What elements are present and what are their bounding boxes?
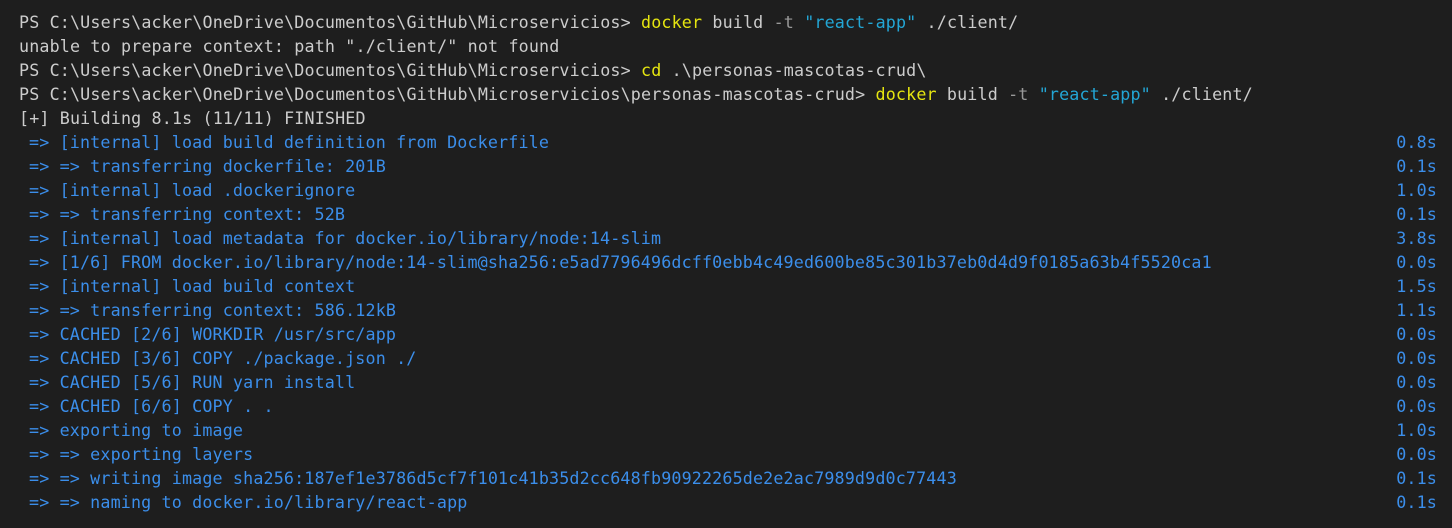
build-step-line: => [internal] load .dockerignore 1.0s bbox=[0, 178, 1452, 202]
command-name: docker bbox=[641, 12, 703, 32]
build-status-line: [+] Building 8.1s (11/11) FINISHED bbox=[0, 106, 1452, 130]
terminal-prompt-line: PS C:\Users\acker\OneDrive\Documentos\Gi… bbox=[0, 10, 1452, 34]
build-step-text: => exporting to image bbox=[29, 420, 244, 440]
build-step-line: => => exporting layers 0.0s bbox=[0, 442, 1452, 466]
build-step-text: => => transferring context: 52B bbox=[29, 204, 346, 224]
terminal-error-line: unable to prepare context: path "./clien… bbox=[0, 34, 1452, 58]
build-step-text: => => writing image sha256:187ef1e3786d5… bbox=[29, 468, 957, 488]
build-step-time: 0.0s bbox=[1396, 444, 1437, 464]
command-path-argument: ./client/ bbox=[1150, 84, 1253, 104]
terminal-window[interactable]: PS C:\Users\acker\OneDrive\Documentos\Gi… bbox=[0, 0, 1452, 528]
build-step-time: 0.8s bbox=[1396, 132, 1437, 152]
build-step-time: 0.1s bbox=[1396, 492, 1437, 512]
command-space bbox=[794, 10, 804, 34]
build-step-text: => => transferring dockerfile: 201B bbox=[29, 156, 386, 176]
command-flag: -t bbox=[1008, 84, 1029, 104]
build-step-time: 1.0s bbox=[1396, 180, 1437, 200]
build-step-time: 1.5s bbox=[1396, 276, 1437, 296]
build-step-line: => => transferring context: 52B 0.1s bbox=[0, 202, 1452, 226]
command-name: cd bbox=[641, 60, 662, 80]
prompt-path: PS C:\Users\acker\OneDrive\Documentos\Gi… bbox=[19, 12, 641, 32]
build-step-time: 0.0s bbox=[1396, 396, 1437, 416]
build-step-text: => => exporting layers bbox=[29, 444, 254, 464]
build-step-line: => => transferring dockerfile: 201B 0.1s bbox=[0, 154, 1452, 178]
build-step-text: => [internal] load build context bbox=[29, 276, 356, 296]
command-space bbox=[1029, 82, 1039, 106]
build-step-line: => => naming to docker.io/library/react-… bbox=[0, 490, 1452, 514]
build-step-time: 0.1s bbox=[1396, 156, 1437, 176]
terminal-prompt-line: PS C:\Users\acker\OneDrive\Documentos\Gi… bbox=[0, 82, 1452, 106]
build-status-text: [+] Building 8.1s (11/11) FINISHED bbox=[19, 108, 366, 128]
build-step-line: => [internal] load metadata for docker.i… bbox=[0, 226, 1452, 250]
build-step-line: => CACHED [3/6] COPY ./package.json ./ 0.… bbox=[0, 346, 1452, 370]
prompt-path: PS C:\Users\acker\OneDrive\Documentos\Gi… bbox=[19, 84, 876, 104]
build-step-line: => => transferring context: 586.12kB 1.1s bbox=[0, 298, 1452, 322]
build-step-line: => exporting to image 1.0s bbox=[0, 418, 1452, 442]
terminal-prompt-line: PS C:\Users\acker\OneDrive\Documentos\Gi… bbox=[0, 58, 1452, 82]
build-step-text: => => transferring context: 586.12kB bbox=[29, 300, 397, 320]
build-step-line: => [1/6] FROM docker.io/library/node:14-… bbox=[0, 250, 1452, 274]
build-step-line: => [internal] load build context 1.5s bbox=[0, 274, 1452, 298]
command-path-argument: ./client/ bbox=[916, 12, 1019, 32]
command-path-argument: .\personas-mascotas-crud\ bbox=[661, 60, 927, 80]
build-step-line: => CACHED [2/6] WORKDIR /usr/src/app 0.0s bbox=[0, 322, 1452, 346]
build-step-line: => CACHED [6/6] COPY . . 0.0s bbox=[0, 394, 1452, 418]
build-step-text: => [internal] load metadata for docker.i… bbox=[29, 228, 662, 248]
command-flag: -t bbox=[773, 12, 794, 32]
build-step-time: 1.0s bbox=[1396, 420, 1437, 440]
error-text: unable to prepare context: path "./clien… bbox=[19, 36, 560, 56]
build-step-time: 0.0s bbox=[1396, 324, 1437, 344]
build-step-text: => CACHED [6/6] COPY . . bbox=[29, 396, 274, 416]
build-step-time: 3.8s bbox=[1396, 228, 1437, 248]
build-step-text: => CACHED [3/6] COPY ./package.json ./ bbox=[29, 348, 417, 368]
command-string: "react-app" bbox=[1038, 84, 1151, 104]
build-step-time: 1.1s bbox=[1396, 300, 1437, 320]
build-step-line: => CACHED [5/6] RUN yarn install 0.0s bbox=[0, 370, 1452, 394]
build-step-text: => [1/6] FROM docker.io/library/node:14-… bbox=[29, 252, 1212, 272]
build-step-text: => => naming to docker.io/library/react-… bbox=[29, 492, 468, 512]
command-argument: build bbox=[702, 12, 774, 32]
build-step-text: => [internal] load .dockerignore bbox=[29, 180, 356, 200]
command-string: "react-app" bbox=[804, 12, 917, 32]
build-step-text: => CACHED [2/6] WORKDIR /usr/src/app bbox=[29, 324, 397, 344]
build-step-time: 0.0s bbox=[1396, 348, 1437, 368]
build-step-text: => CACHED [5/6] RUN yarn install bbox=[29, 372, 356, 392]
build-step-time: 0.1s bbox=[1396, 204, 1437, 224]
build-step-line: => => writing image sha256:187ef1e3786d5… bbox=[0, 466, 1452, 490]
build-step-time: 0.0s bbox=[1396, 372, 1437, 392]
command-name: docker bbox=[875, 84, 937, 104]
build-step-time: 0.1s bbox=[1396, 468, 1437, 488]
build-step-time: 0.0s bbox=[1396, 252, 1437, 272]
command-argument: build bbox=[936, 84, 1009, 104]
build-step-text: => [internal] load build definition from… bbox=[29, 132, 550, 152]
build-step-line: => [internal] load build definition from… bbox=[0, 130, 1452, 154]
prompt-path: PS C:\Users\acker\OneDrive\Documentos\Gi… bbox=[19, 60, 641, 80]
